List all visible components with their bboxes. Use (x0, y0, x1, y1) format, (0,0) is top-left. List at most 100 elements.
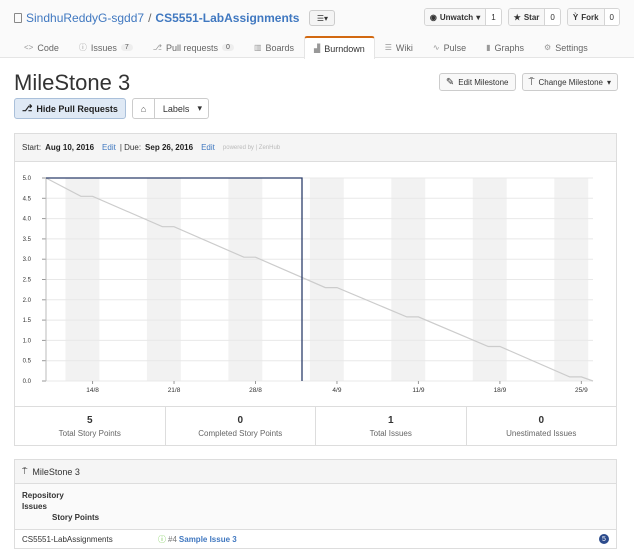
issue-number: #4 (168, 534, 177, 544)
hide-pull-requests-button[interactable]: ⎇ Hide Pull Requests (14, 98, 126, 119)
edit-milestone-label: Edit Milestone (458, 77, 509, 87)
y-tick-label: 4.0 (23, 217, 32, 223)
fork-button[interactable]: Ỳ Fork 0 (566, 8, 620, 26)
chevron-down-icon: ▾ (476, 12, 481, 22)
tab-label: Code (37, 42, 59, 53)
x-tick-label: 4/9 (332, 387, 341, 394)
tab-label: Pull requests (166, 42, 219, 53)
tab-label: Wiki (395, 42, 413, 53)
issues-panel-header: ⍑ MileStone 3 (15, 460, 616, 484)
stat-label: Unestimated Issues (506, 429, 577, 438)
repo-title: SindhuReddyG-sgdd7 / CS5551-LabAssignmen… (14, 10, 336, 26)
fork-icon: Ỳ (572, 12, 579, 22)
burndown-stats: 5 Total Story Points 0 Completed Story Poi… (15, 406, 616, 446)
stat-value: 1 (387, 415, 394, 426)
repo-tabs: <> Code ⓘ Issues 7 ⎇ Pull requests 0 ▥ Boards … (14, 36, 598, 59)
star-icon: ★ (513, 12, 521, 22)
y-tick-label: 3.0 (23, 257, 32, 263)
pencil-icon: ✎ (445, 76, 455, 88)
milestone-title: MileStone 3 (14, 70, 131, 95)
burndown-dates: Start: Aug 10, 2016 Edit | Due: Sep 26, … (15, 134, 616, 162)
tab-pull-requests[interactable]: ⎇ Pull requests 0 (143, 36, 244, 58)
tab-label: Settings (555, 42, 588, 53)
graph-icon: ▮ (486, 43, 491, 52)
tab-wiki[interactable]: ☰ Wiki (375, 36, 423, 58)
repo-name-link[interactable]: CS5551-LabAssignments (155, 11, 299, 25)
header-issues: Issues (22, 502, 47, 511)
tab-label: Pulse (443, 42, 467, 53)
issue-title-link[interactable]: Sample Issue 3 (179, 535, 237, 544)
y-tick-label: 1.5 (23, 318, 32, 324)
tab-issues[interactable]: ⓘ Issues 7 (69, 36, 143, 58)
stat-value: 0 (538, 415, 545, 426)
x-tick-label: 28/8 (249, 387, 262, 394)
edit-milestone-button[interactable]: ✎ Edit Milestone (438, 73, 516, 91)
issues-count-badge: 7 (120, 44, 133, 51)
star-count[interactable]: 0 (545, 9, 560, 25)
tab-code[interactable]: <> Code (14, 36, 69, 58)
milestone-icon: ⍑ (528, 76, 535, 88)
milestone-issues-panel: ⍑ MileStone 3 Repository Issues Story Po… (14, 459, 617, 549)
fork-label: Fork (581, 12, 599, 22)
tab-label: Boards (265, 42, 295, 53)
repo-header: SindhuReddyG-sgdd7 / CS5551-LabAssignmen… (0, 0, 634, 59)
tag-icon: ⌂ (133, 99, 155, 118)
stat-total-issues: 1 Total Issues (316, 407, 467, 446)
tab-graphs[interactable]: ▮ Graphs (476, 36, 534, 58)
x-tick-label: 14/8 (86, 387, 99, 394)
burndown-panel: Start: Aug 10, 2016 Edit | Due: Sep 26, … (14, 133, 617, 446)
tab-label: Issues (90, 42, 117, 53)
stat-label: Completed Story Points (198, 429, 283, 438)
repo-list-dropdown-button[interactable]: ☰▾ (309, 10, 336, 26)
labels-label: Labels (162, 103, 190, 114)
tab-burndown[interactable]: ▟ Burndown (304, 36, 375, 59)
row-repo: CS5551-LabAssignments (22, 534, 113, 544)
gear-icon: ⚙ (544, 43, 552, 52)
x-tick-label: 11/9 (412, 387, 425, 394)
y-tick-label: 5.0 (23, 176, 32, 182)
change-milestone-label: Change Milestone (538, 77, 603, 87)
y-tick-label: 3.5 (23, 237, 32, 243)
issues-panel-title: MileStone 3 (32, 466, 80, 477)
edit-start-link[interactable]: Edit (102, 143, 116, 152)
eye-icon: ◉ (429, 12, 437, 22)
start-date: Aug 10, 2016 (45, 143, 95, 152)
x-tick-label: 21/8 (168, 387, 181, 394)
labels-dropdown[interactable]: ⌂ Labels ▾ (131, 98, 209, 119)
star-button[interactable]: ★ Star 0 (507, 8, 561, 26)
repo-owner-link[interactable]: SindhuReddyG-sgdd7 (26, 11, 144, 25)
issue-icon: ⓘ (78, 43, 87, 52)
header-repository: Repository (22, 491, 64, 500)
due-date: Sep 26, 2016 (145, 143, 194, 152)
pulse-icon: ∿ (432, 43, 440, 52)
unwatch-count[interactable]: 1 (486, 9, 501, 25)
star-label: Star (523, 12, 540, 22)
pull-request-icon: ⎇ (152, 43, 162, 52)
tab-boards[interactable]: ▥ Boards (244, 36, 304, 58)
stat-unestimated-issues: 0 Unestimated Issues (467, 407, 617, 446)
issue-opened-icon: ⓘ (158, 534, 166, 544)
edit-due-link[interactable]: Edit (201, 143, 215, 152)
y-tick-label: 2.0 (23, 298, 32, 304)
change-milestone-button[interactable]: ⍑ Change Milestone ▾ (521, 73, 618, 91)
fork-count[interactable]: 0 (604, 9, 619, 25)
milestone-icon: ⍑ (22, 466, 28, 476)
chevron-down-icon: ▾ (197, 103, 202, 113)
start-label: Start: (22, 143, 42, 152)
stat-value: 0 (237, 415, 244, 426)
code-icon: <> (24, 43, 34, 52)
tab-pulse[interactable]: ∿ Pulse (423, 36, 476, 58)
unwatch-label: Unwatch (439, 12, 474, 22)
burndown-icon: ▟ (314, 44, 321, 53)
unwatch-button[interactable]: ◉ Unwatch ▾ 1 (423, 8, 502, 26)
x-tick-label: 25/9 (575, 387, 588, 394)
tab-settings[interactable]: ⚙ Settings (534, 36, 598, 58)
wiki-icon: ☰ (384, 43, 392, 52)
boards-icon: ▥ (253, 43, 262, 52)
pull-request-icon: ⎇ (22, 103, 33, 113)
powered-by-text: powered by | ZenHub (222, 144, 281, 151)
chevron-down-icon: ▾ (606, 77, 611, 87)
header-story-points: Story Points (52, 513, 100, 522)
due-label: | Due: (119, 143, 142, 152)
table-row[interactable]: CS5551-LabAssignments ⓘ #4 Sample Issue … (15, 530, 616, 548)
